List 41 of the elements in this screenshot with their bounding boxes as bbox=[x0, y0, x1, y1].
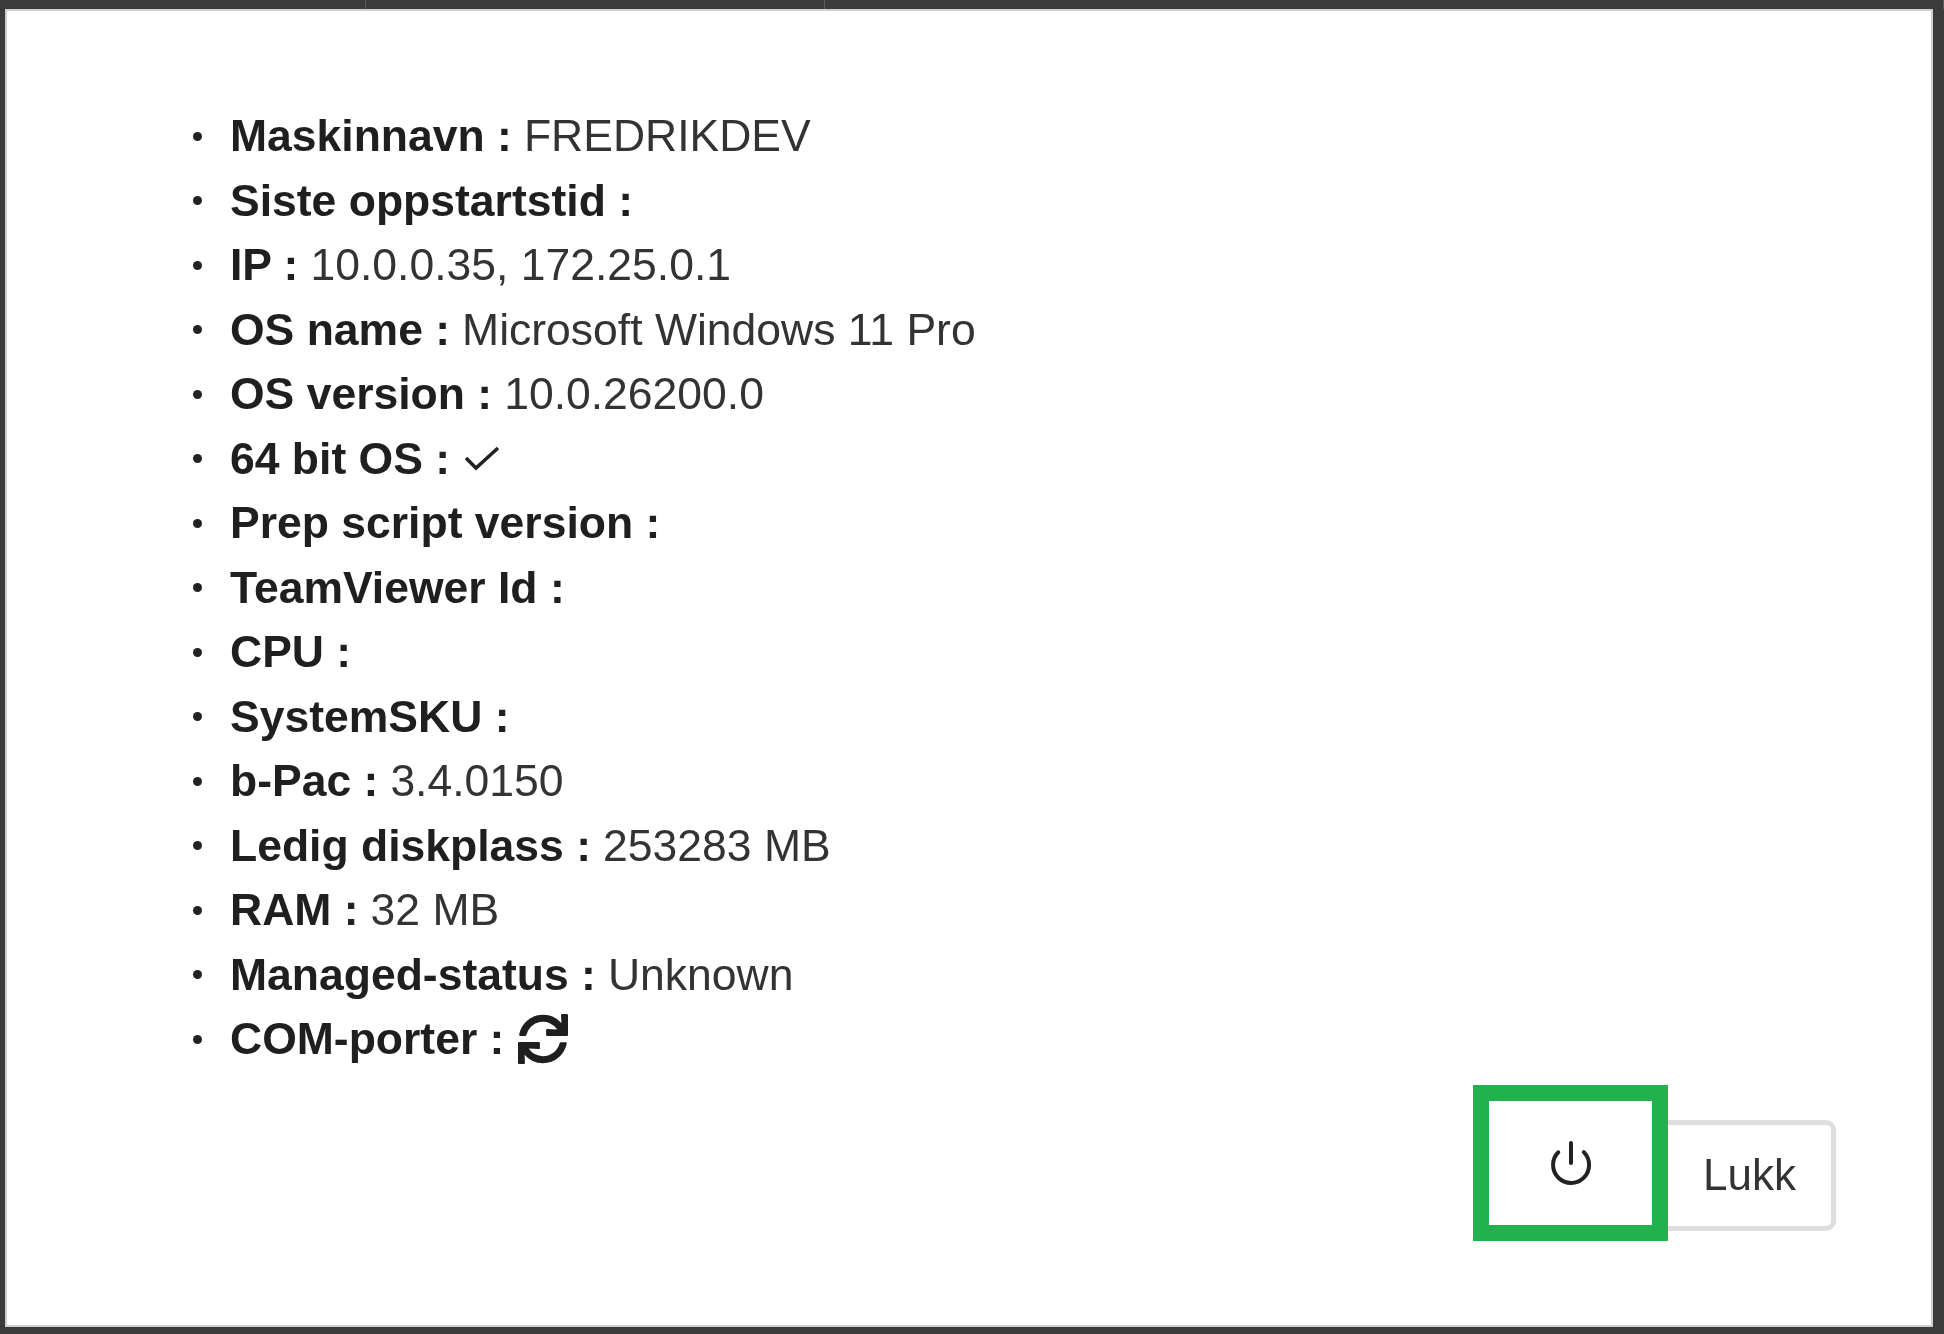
bullet-icon bbox=[193, 583, 202, 593]
field-label: Siste oppstartstid : bbox=[230, 175, 634, 226]
field-value: 3.4.0150 bbox=[390, 756, 564, 807]
bullet-icon bbox=[193, 1034, 202, 1044]
power-button[interactable] bbox=[1473, 1084, 1668, 1241]
bullet-icon bbox=[193, 647, 202, 657]
field-label: CPU : bbox=[230, 627, 352, 678]
field-label: SystemSKU : bbox=[230, 691, 510, 742]
field-label: RAM : bbox=[230, 885, 359, 936]
bullet-icon bbox=[193, 970, 202, 980]
field-label: Managed-status : bbox=[230, 949, 596, 1000]
field-value: FREDRIKDEV bbox=[523, 111, 811, 162]
bullet-icon bbox=[193, 776, 202, 786]
bullet-icon bbox=[193, 260, 202, 270]
bullet-icon bbox=[193, 131, 202, 141]
bullet-icon bbox=[193, 712, 202, 722]
field-value: 32 MB bbox=[370, 885, 500, 936]
bullet-icon bbox=[193, 389, 202, 399]
field-label: b-Pac : bbox=[230, 756, 379, 807]
field-label: Ledig diskplass : bbox=[230, 820, 592, 871]
field-label: TeamViewer Id : bbox=[230, 562, 565, 613]
bullet-icon bbox=[193, 905, 202, 915]
field-label: Prep script version : bbox=[230, 498, 661, 549]
field-value: 10.0.0.35, 172.25.0.1 bbox=[310, 240, 732, 291]
bullet-icon bbox=[193, 325, 202, 335]
field-label: 64 bit OS : bbox=[230, 433, 451, 484]
field-label: OS version : bbox=[230, 369, 493, 420]
refresh-icon[interactable] bbox=[518, 1014, 569, 1065]
field-label: OS name : bbox=[230, 304, 451, 355]
close-button[interactable]: Lukk bbox=[1668, 1119, 1836, 1231]
bullet-icon bbox=[193, 454, 202, 464]
field-label: COM-porter : bbox=[230, 1014, 505, 1065]
field-label: Maskinnavn : bbox=[230, 111, 512, 162]
field-value: Unknown bbox=[607, 949, 794, 1000]
bullet-icon bbox=[193, 196, 202, 206]
field-value: 10.0.26200.0 bbox=[504, 369, 764, 420]
field-value: 253283 MB bbox=[603, 820, 831, 871]
field-value: Microsoft Windows 11 Pro bbox=[462, 304, 976, 355]
bullet-icon bbox=[193, 518, 202, 528]
field-label: IP : bbox=[230, 240, 299, 291]
bullet-icon bbox=[193, 841, 202, 851]
